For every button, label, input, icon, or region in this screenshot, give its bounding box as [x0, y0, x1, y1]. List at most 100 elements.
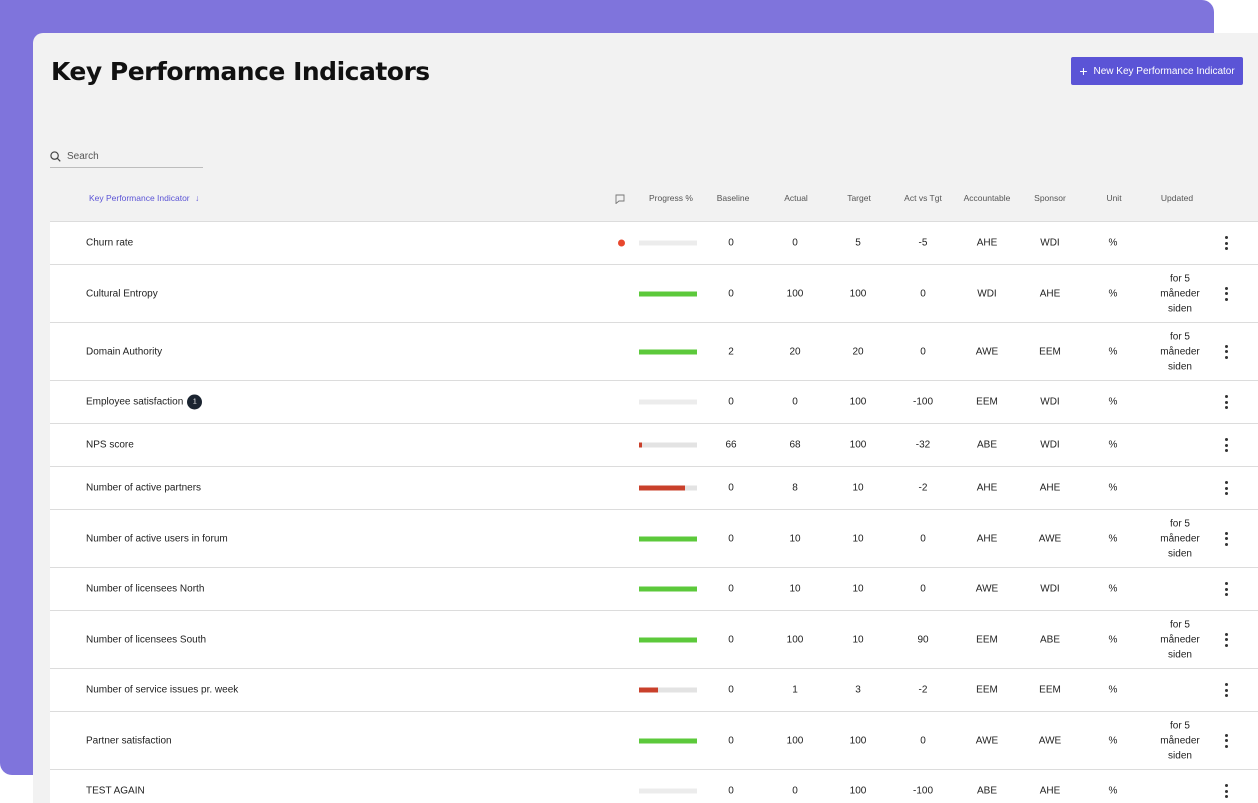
comment-icon[interactable] — [615, 194, 625, 204]
progress-bar — [639, 536, 697, 541]
row-menu-icon[interactable] — [1221, 582, 1231, 596]
table-row[interactable]: NPS score 66 68 100 -32 ABE WDI% — [50, 424, 1258, 467]
column-header-kpi[interactable]: Key Performance Indicator ↓ — [89, 193, 199, 203]
column-header-accountable[interactable]: Accountable — [962, 193, 1012, 203]
kpi-name-label: TEST AGAIN — [86, 785, 145, 797]
column-header-updated[interactable]: Updated — [1157, 193, 1197, 203]
column-header-actual[interactable]: Actual — [776, 193, 816, 203]
row-menu-icon[interactable] — [1221, 344, 1231, 359]
column-header-target[interactable]: Target — [839, 193, 879, 203]
progress-bar-fill — [639, 536, 697, 541]
cell-unit: % — [1108, 346, 1118, 357]
cell-actual: 100 — [786, 288, 804, 299]
table-row[interactable]: Number of active partners 0 8 10 -2 AHE AHE% — [50, 467, 1258, 510]
cell-baseline: 0 — [728, 785, 734, 797]
cell-sponsor: AHE — [1039, 482, 1061, 494]
cell-accountable: AWE — [975, 735, 999, 746]
row-menu-icon[interactable] — [1221, 784, 1231, 798]
progress-bar — [639, 738, 697, 743]
cell-actual: 0 — [792, 785, 798, 797]
table-row[interactable]: Cultural Entropy 0 100 100 0 WDI AHE% for 5 mån… — [50, 265, 1258, 323]
row-menu-icon[interactable] — [1221, 632, 1231, 647]
cell-unit: % — [1108, 634, 1118, 645]
column-header-progress[interactable]: Progress % — [649, 193, 693, 203]
cell-accountable: ABE — [976, 785, 998, 797]
cell-accountable: AHE — [976, 533, 998, 544]
cell-target: 100 — [849, 785, 867, 797]
new-kpi-button[interactable]: + New Key Performance Indicator — [1071, 57, 1243, 85]
cell-accountable: ABE — [976, 439, 998, 451]
cell-unit: % — [1108, 439, 1118, 451]
row-menu-icon[interactable] — [1221, 286, 1231, 301]
row-menu-icon[interactable] — [1221, 481, 1231, 495]
cell-accountable: AHE — [976, 482, 998, 494]
table-row[interactable]: Number of licensees South 0 100 10 90 EEM ABE%… — [50, 611, 1258, 669]
cell-unit: % — [1108, 785, 1118, 797]
comment-count-badge[interactable]: 1 — [187, 394, 203, 410]
kpi-name[interactable]: TEST AGAIN — [86, 786, 145, 797]
cell-sponsor: AWE — [1038, 735, 1062, 746]
cell-sponsor: WDI — [1040, 396, 1060, 408]
kpi-name[interactable]: Domain Authority — [86, 346, 162, 357]
table-row[interactable]: TEST AGAIN 0 0 100 -100 ABE AHE% — [50, 770, 1258, 803]
cell-updated: for 5 måneder siden — [1160, 518, 1200, 559]
kpi-name[interactable]: NPS score — [86, 440, 134, 451]
search-box — [50, 145, 203, 168]
kpi-name-label: NPS score — [86, 439, 134, 451]
column-header-unit[interactable]: Unit — [1094, 193, 1134, 203]
kpi-name[interactable]: Partner satisfaction — [86, 735, 172, 746]
table-row[interactable]: Number of active users in forum 0 10 10 0 AHE… — [50, 510, 1258, 568]
column-header-sponsor[interactable]: Sponsor — [1030, 193, 1070, 203]
kpi-name[interactable]: Number of licensees North — [86, 584, 204, 595]
kpi-name[interactable]: Cultural Entropy — [86, 288, 158, 299]
progress-bar — [639, 442, 697, 448]
cell-target: 10 — [852, 533, 864, 544]
cell-accountable: EEM — [976, 396, 998, 408]
cell-actual: 0 — [792, 237, 798, 249]
cell-unit: % — [1108, 533, 1118, 544]
column-header-baseline[interactable]: Baseline — [713, 193, 753, 203]
table-row[interactable]: Domain Authority 2 20 20 0 AWE EEM% for 5 måned… — [50, 323, 1258, 381]
cell-act-vs-tgt: -100 — [912, 785, 934, 797]
cell-unit: % — [1108, 396, 1118, 408]
kpi-name[interactable]: Number of service issues pr. week — [86, 685, 238, 696]
row-menu-icon[interactable] — [1221, 733, 1231, 748]
cell-baseline: 0 — [728, 684, 734, 696]
cell-act-vs-tgt: 0 — [920, 288, 926, 299]
cell-unit: % — [1108, 684, 1118, 696]
cell-act-vs-tgt: -5 — [918, 237, 928, 249]
row-menu-icon[interactable] — [1221, 438, 1231, 452]
kpi-name[interactable]: Number of licensees South — [86, 634, 206, 645]
progress-bar — [639, 240, 697, 246]
progress-bar — [639, 687, 697, 693]
cell-updated: for 5 måneder siden — [1160, 720, 1200, 761]
progress-bar — [639, 399, 697, 405]
table-row[interactable]: Number of licensees North 0 10 10 0 AWE WDI% — [50, 568, 1258, 611]
row-menu-icon[interactable] — [1221, 395, 1231, 409]
cell-target: 10 — [852, 634, 864, 645]
search-input[interactable] — [67, 150, 187, 162]
cell-actual: 0 — [792, 396, 798, 408]
progress-bar-fill — [639, 349, 697, 354]
row-menu-icon[interactable] — [1221, 236, 1231, 250]
table-row[interactable]: Number of service issues pr. week 0 1 3 -2 EE… — [50, 669, 1258, 712]
cell-act-vs-tgt: 0 — [920, 346, 926, 357]
kpi-name[interactable]: Number of active users in forum — [86, 533, 228, 544]
cell-baseline: 0 — [728, 482, 734, 494]
cell-baseline: 0 — [728, 735, 734, 746]
cell-baseline: 0 — [728, 533, 734, 544]
table-row[interactable]: Partner satisfaction 0 100 100 0 AWE AWE% for 5… — [50, 712, 1258, 770]
kpi-name[interactable]: Employee satisfaction 1 — [86, 394, 203, 410]
table-row[interactable]: Churn rate 0 0 5 -5 AHE WDI% — [50, 222, 1258, 265]
kpi-name[interactable]: Churn rate — [86, 238, 133, 249]
cell-baseline: 0 — [728, 396, 734, 408]
search-icon — [50, 150, 61, 162]
table-row[interactable]: Employee satisfaction 1 0 0 100 -100 EEM WDI% — [50, 381, 1258, 424]
kpi-page: Key Performance Indicators + New Key Per… — [33, 33, 1258, 803]
column-header-act-vs-tgt[interactable]: Act vs Tgt — [903, 193, 943, 203]
row-menu-icon[interactable] — [1221, 531, 1231, 546]
row-menu-icon[interactable] — [1221, 683, 1231, 697]
kpi-name-label: Employee satisfaction — [86, 396, 184, 408]
kpi-name[interactable]: Number of active partners — [86, 483, 201, 494]
progress-bar-fill — [639, 738, 697, 743]
